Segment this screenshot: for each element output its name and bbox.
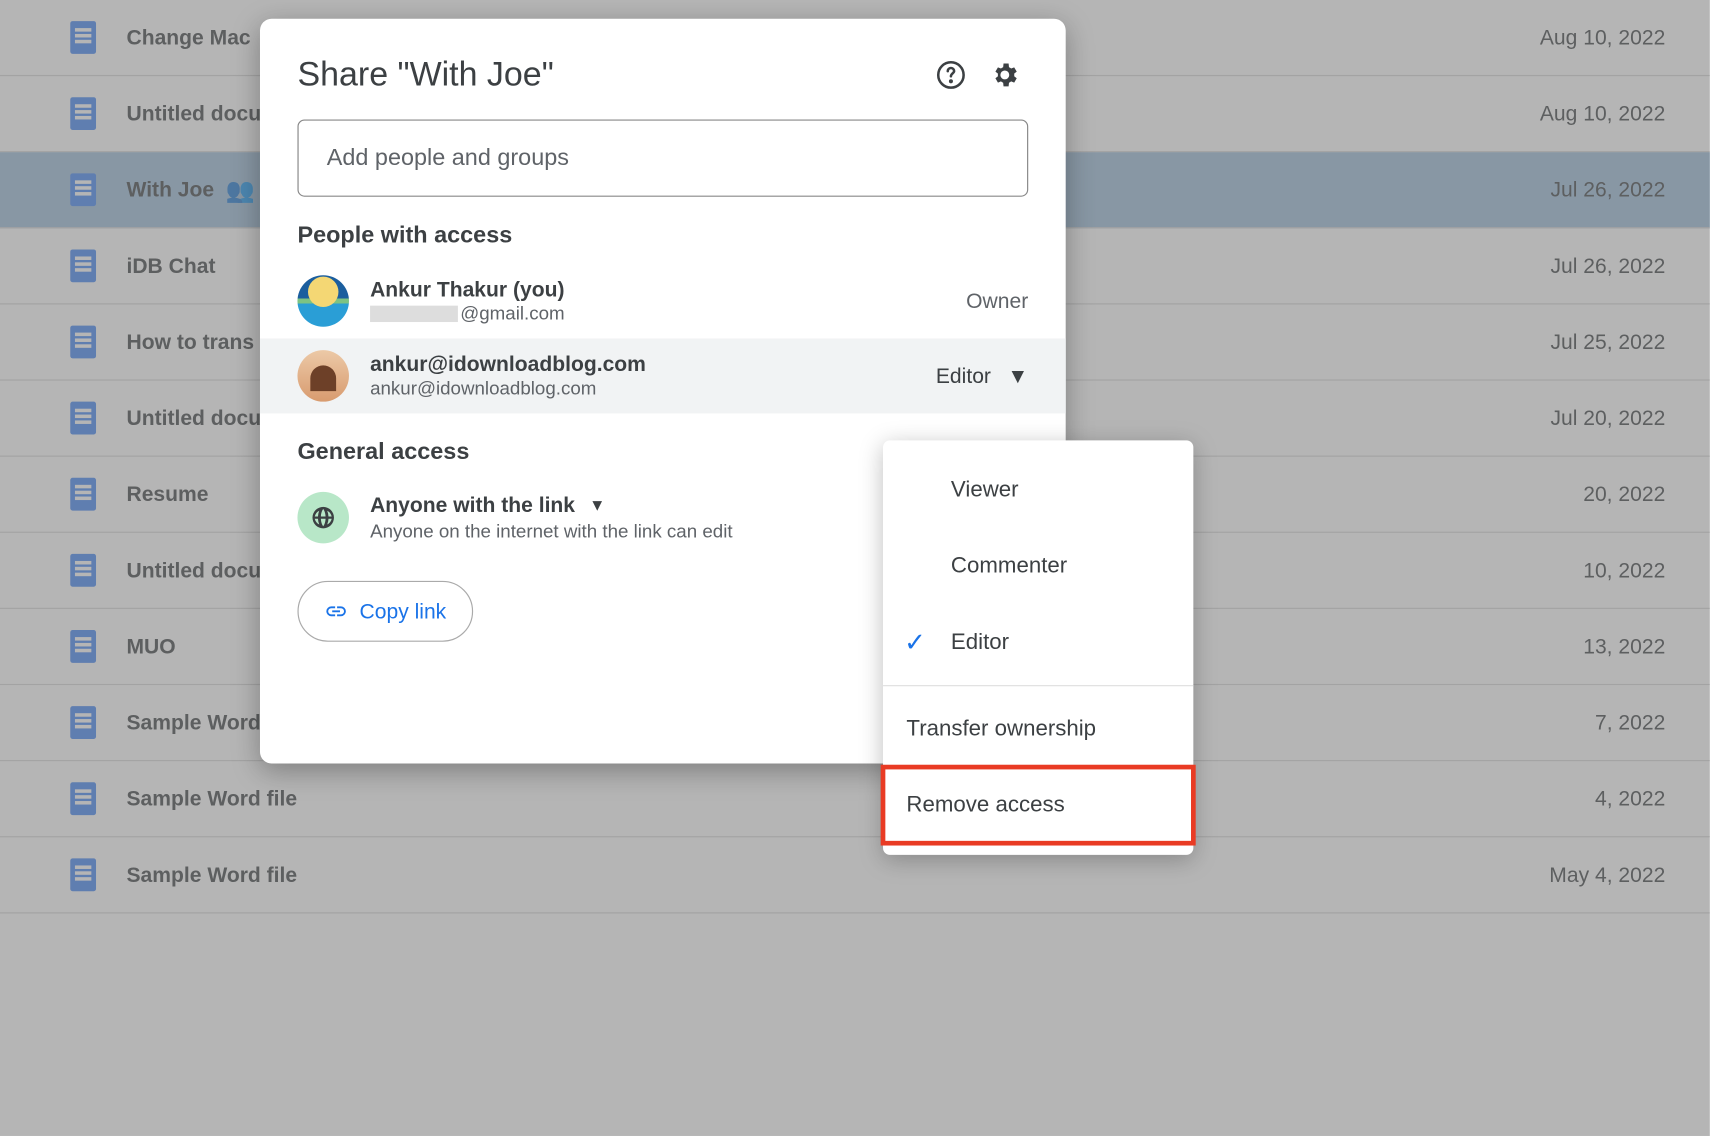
check-icon: ✓	[904, 627, 926, 657]
person-role-owner: Owner	[966, 289, 1028, 314]
menu-item-remove-access[interactable]: Remove access	[883, 767, 1193, 843]
dialog-title: Share "With Joe"	[297, 56, 920, 95]
general-access-label: Anyone with the link	[370, 492, 575, 517]
copy-link-button[interactable]: Copy link	[297, 581, 473, 642]
person-name: Ankur Thakur (you)	[370, 277, 966, 302]
help-icon[interactable]	[928, 52, 975, 99]
link-icon	[324, 600, 347, 623]
globe-icon	[297, 492, 349, 544]
gear-icon[interactable]	[981, 52, 1028, 99]
caret-down-icon: ▼	[589, 495, 605, 514]
avatar	[297, 350, 349, 402]
role-menu: Viewer Commenter ✓ Editor Transfer owner…	[883, 440, 1193, 855]
person-row-editor: ankur@idownloadblog.com ankur@idownloadb…	[260, 338, 1066, 413]
menu-item-transfer-ownership[interactable]: Transfer ownership	[883, 691, 1193, 767]
add-people-input[interactable]: Add people and groups	[297, 119, 1028, 196]
add-people-placeholder: Add people and groups	[327, 145, 569, 172]
role-label: Editor	[936, 364, 991, 389]
person-email: ankur@idownloadblog.com	[370, 379, 936, 400]
role-dropdown[interactable]: Editor ▼	[936, 364, 1028, 389]
copy-link-label: Copy link	[360, 599, 447, 624]
person-row-owner: Ankur Thakur (you) @gmail.com Owner	[260, 263, 1066, 338]
person-name: ankur@idownloadblog.com	[370, 352, 936, 377]
menu-separator	[883, 685, 1193, 686]
person-email: @gmail.com	[370, 304, 966, 325]
caret-down-icon: ▼	[1007, 364, 1028, 389]
people-with-access-heading: People with access	[260, 197, 1066, 264]
avatar	[297, 275, 349, 327]
menu-item-viewer[interactable]: Viewer	[883, 452, 1193, 528]
menu-item-commenter[interactable]: Commenter	[883, 528, 1193, 604]
menu-item-editor[interactable]: ✓ Editor	[883, 604, 1193, 680]
